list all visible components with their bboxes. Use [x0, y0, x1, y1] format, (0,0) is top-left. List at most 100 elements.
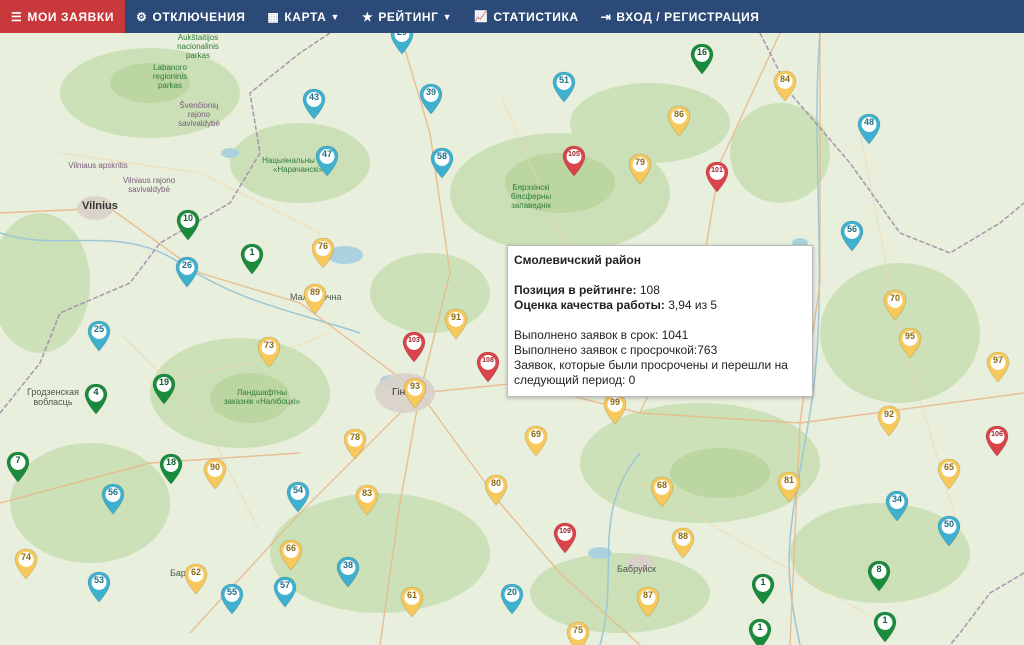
district-marker[interactable]: 26	[175, 256, 199, 288]
district-marker[interactable]: 101	[705, 161, 729, 193]
district-marker[interactable]: 103	[402, 331, 426, 363]
district-marker[interactable]: 50	[937, 515, 961, 547]
district-marker[interactable]: 86	[667, 105, 691, 137]
district-marker[interactable]: 7	[6, 451, 30, 483]
marker-number: 91	[450, 312, 461, 322]
district-marker[interactable]: 79	[628, 153, 652, 185]
district-marker[interactable]: 106	[985, 425, 1009, 457]
marker-number: 1	[760, 577, 766, 587]
district-marker[interactable]: 87	[636, 586, 660, 618]
district-marker[interactable]: 51	[552, 71, 576, 103]
district-marker[interactable]: 69	[524, 425, 548, 457]
marker-number: 66	[285, 543, 296, 553]
nav-rating[interactable]: ★ РЕЙТИНГ ▼	[351, 0, 463, 33]
district-marker[interactable]: 74	[14, 548, 38, 580]
district-marker[interactable]: 99	[603, 393, 627, 425]
district-marker[interactable]: 90	[203, 458, 227, 490]
district-marker[interactable]: 55	[220, 583, 244, 615]
nav-login[interactable]: ⇥ ВХОД / РЕГИСТРАЦИЯ	[590, 0, 771, 33]
marker-number: 10	[182, 213, 193, 223]
district-marker[interactable]: 56	[840, 220, 864, 252]
marker-number: 38	[342, 560, 353, 570]
district-marker[interactable]: 75	[566, 621, 590, 645]
marker-number: 47	[321, 149, 332, 159]
district-marker[interactable]: 62	[184, 563, 208, 595]
nav-outages[interactable]: ⚙ ОТКЛЮЧЕНИЯ	[125, 0, 256, 33]
district-marker[interactable]: 48	[857, 113, 881, 145]
marker-number: 39	[425, 87, 436, 97]
district-marker[interactable]: 1	[873, 611, 897, 643]
district-marker[interactable]: 70	[883, 289, 907, 321]
nav-statistics[interactable]: 📈 СТАТИСТИКА	[463, 0, 590, 33]
district-marker[interactable]: 1	[751, 573, 775, 605]
map-pin-icon	[553, 522, 577, 554]
tooltip-quality-label: Оценка качества работы:	[514, 298, 665, 312]
district-marker[interactable]: 16	[690, 43, 714, 75]
district-marker[interactable]: 83	[355, 484, 379, 516]
district-marker[interactable]: 57	[273, 576, 297, 608]
nav-map[interactable]: ▦ КАРТА ▼	[256, 0, 351, 33]
district-marker[interactable]: 29	[390, 33, 414, 55]
map-canvas[interactable]: Vilnius Гінск Маладзечна Бабруйск Бар...…	[0, 33, 1024, 645]
district-tooltip: Смолевичский район Позиция в рейтинге: 1…	[507, 245, 813, 397]
place-label-svencioniu: Švenčionių rajono savivaldybė	[178, 101, 220, 128]
district-marker[interactable]: 76	[311, 237, 335, 269]
district-marker[interactable]: 39	[419, 83, 443, 115]
district-marker[interactable]: 84	[773, 70, 797, 102]
district-marker[interactable]: 1	[748, 618, 772, 645]
district-marker[interactable]: 38	[336, 556, 360, 588]
marker-number: 83	[361, 488, 372, 498]
marker-number: 56	[107, 487, 118, 497]
district-marker[interactable]: 58	[430, 147, 454, 179]
tooltip-on-time: Выполнено заявок в срок: 1041	[514, 328, 689, 342]
district-marker[interactable]: 97	[986, 351, 1010, 383]
district-marker[interactable]: 61	[400, 586, 424, 618]
marker-number: 92	[883, 409, 894, 419]
district-marker[interactable]: 89	[303, 283, 327, 315]
district-marker[interactable]: 53	[87, 571, 111, 603]
district-marker[interactable]: 43	[302, 88, 326, 120]
district-marker[interactable]: 105	[562, 145, 586, 177]
district-marker[interactable]: 108	[476, 351, 500, 383]
district-marker[interactable]: 18	[159, 453, 183, 485]
marker-number: 51	[558, 75, 569, 85]
district-marker[interactable]: 47	[315, 145, 339, 177]
marker-number: 78	[349, 432, 360, 442]
place-label-labanoro: Labanoro regioninis parkas	[152, 63, 188, 90]
district-marker[interactable]: 54	[286, 481, 310, 513]
marker-number: 1	[249, 247, 255, 257]
marker-number: 106	[991, 431, 1003, 438]
nav-my-requests[interactable]: ☰ МОИ ЗАЯВКИ	[0, 0, 126, 33]
district-marker[interactable]: 78	[343, 428, 367, 460]
district-marker[interactable]: 88	[671, 527, 695, 559]
district-marker[interactable]: 20	[500, 583, 524, 615]
map-pin-icon	[562, 145, 586, 177]
district-marker[interactable]: 109	[553, 522, 577, 554]
district-marker[interactable]: 65	[937, 458, 961, 490]
marker-number: 76	[317, 241, 328, 251]
district-marker[interactable]: 56	[101, 483, 125, 515]
district-marker[interactable]: 92	[877, 405, 901, 437]
marker-number: 58	[436, 151, 447, 161]
district-marker[interactable]: 25	[87, 320, 111, 352]
district-marker[interactable]: 73	[257, 336, 281, 368]
district-marker[interactable]: 19	[152, 373, 176, 405]
district-marker[interactable]: 93	[403, 377, 427, 409]
district-marker[interactable]: 80	[484, 474, 508, 506]
district-marker[interactable]: 81	[777, 471, 801, 503]
district-marker[interactable]: 95	[898, 327, 922, 359]
gear-icon: ⚙	[136, 9, 148, 24]
district-marker[interactable]: 1	[240, 243, 264, 275]
district-marker[interactable]: 10	[176, 209, 200, 241]
district-marker[interactable]: 68	[650, 476, 674, 508]
district-marker[interactable]: 66	[279, 539, 303, 571]
district-marker[interactable]: 4	[84, 383, 108, 415]
place-label-babruysk: Бабруйск	[617, 564, 656, 574]
district-marker[interactable]: 91	[444, 308, 468, 340]
district-marker[interactable]: 34	[885, 490, 909, 522]
nav-map-label: КАРТА	[284, 9, 327, 24]
marker-number: 19	[158, 377, 169, 387]
marker-number: 86	[673, 109, 684, 119]
marker-number: 101	[711, 167, 723, 174]
district-marker[interactable]: 8	[867, 560, 891, 592]
